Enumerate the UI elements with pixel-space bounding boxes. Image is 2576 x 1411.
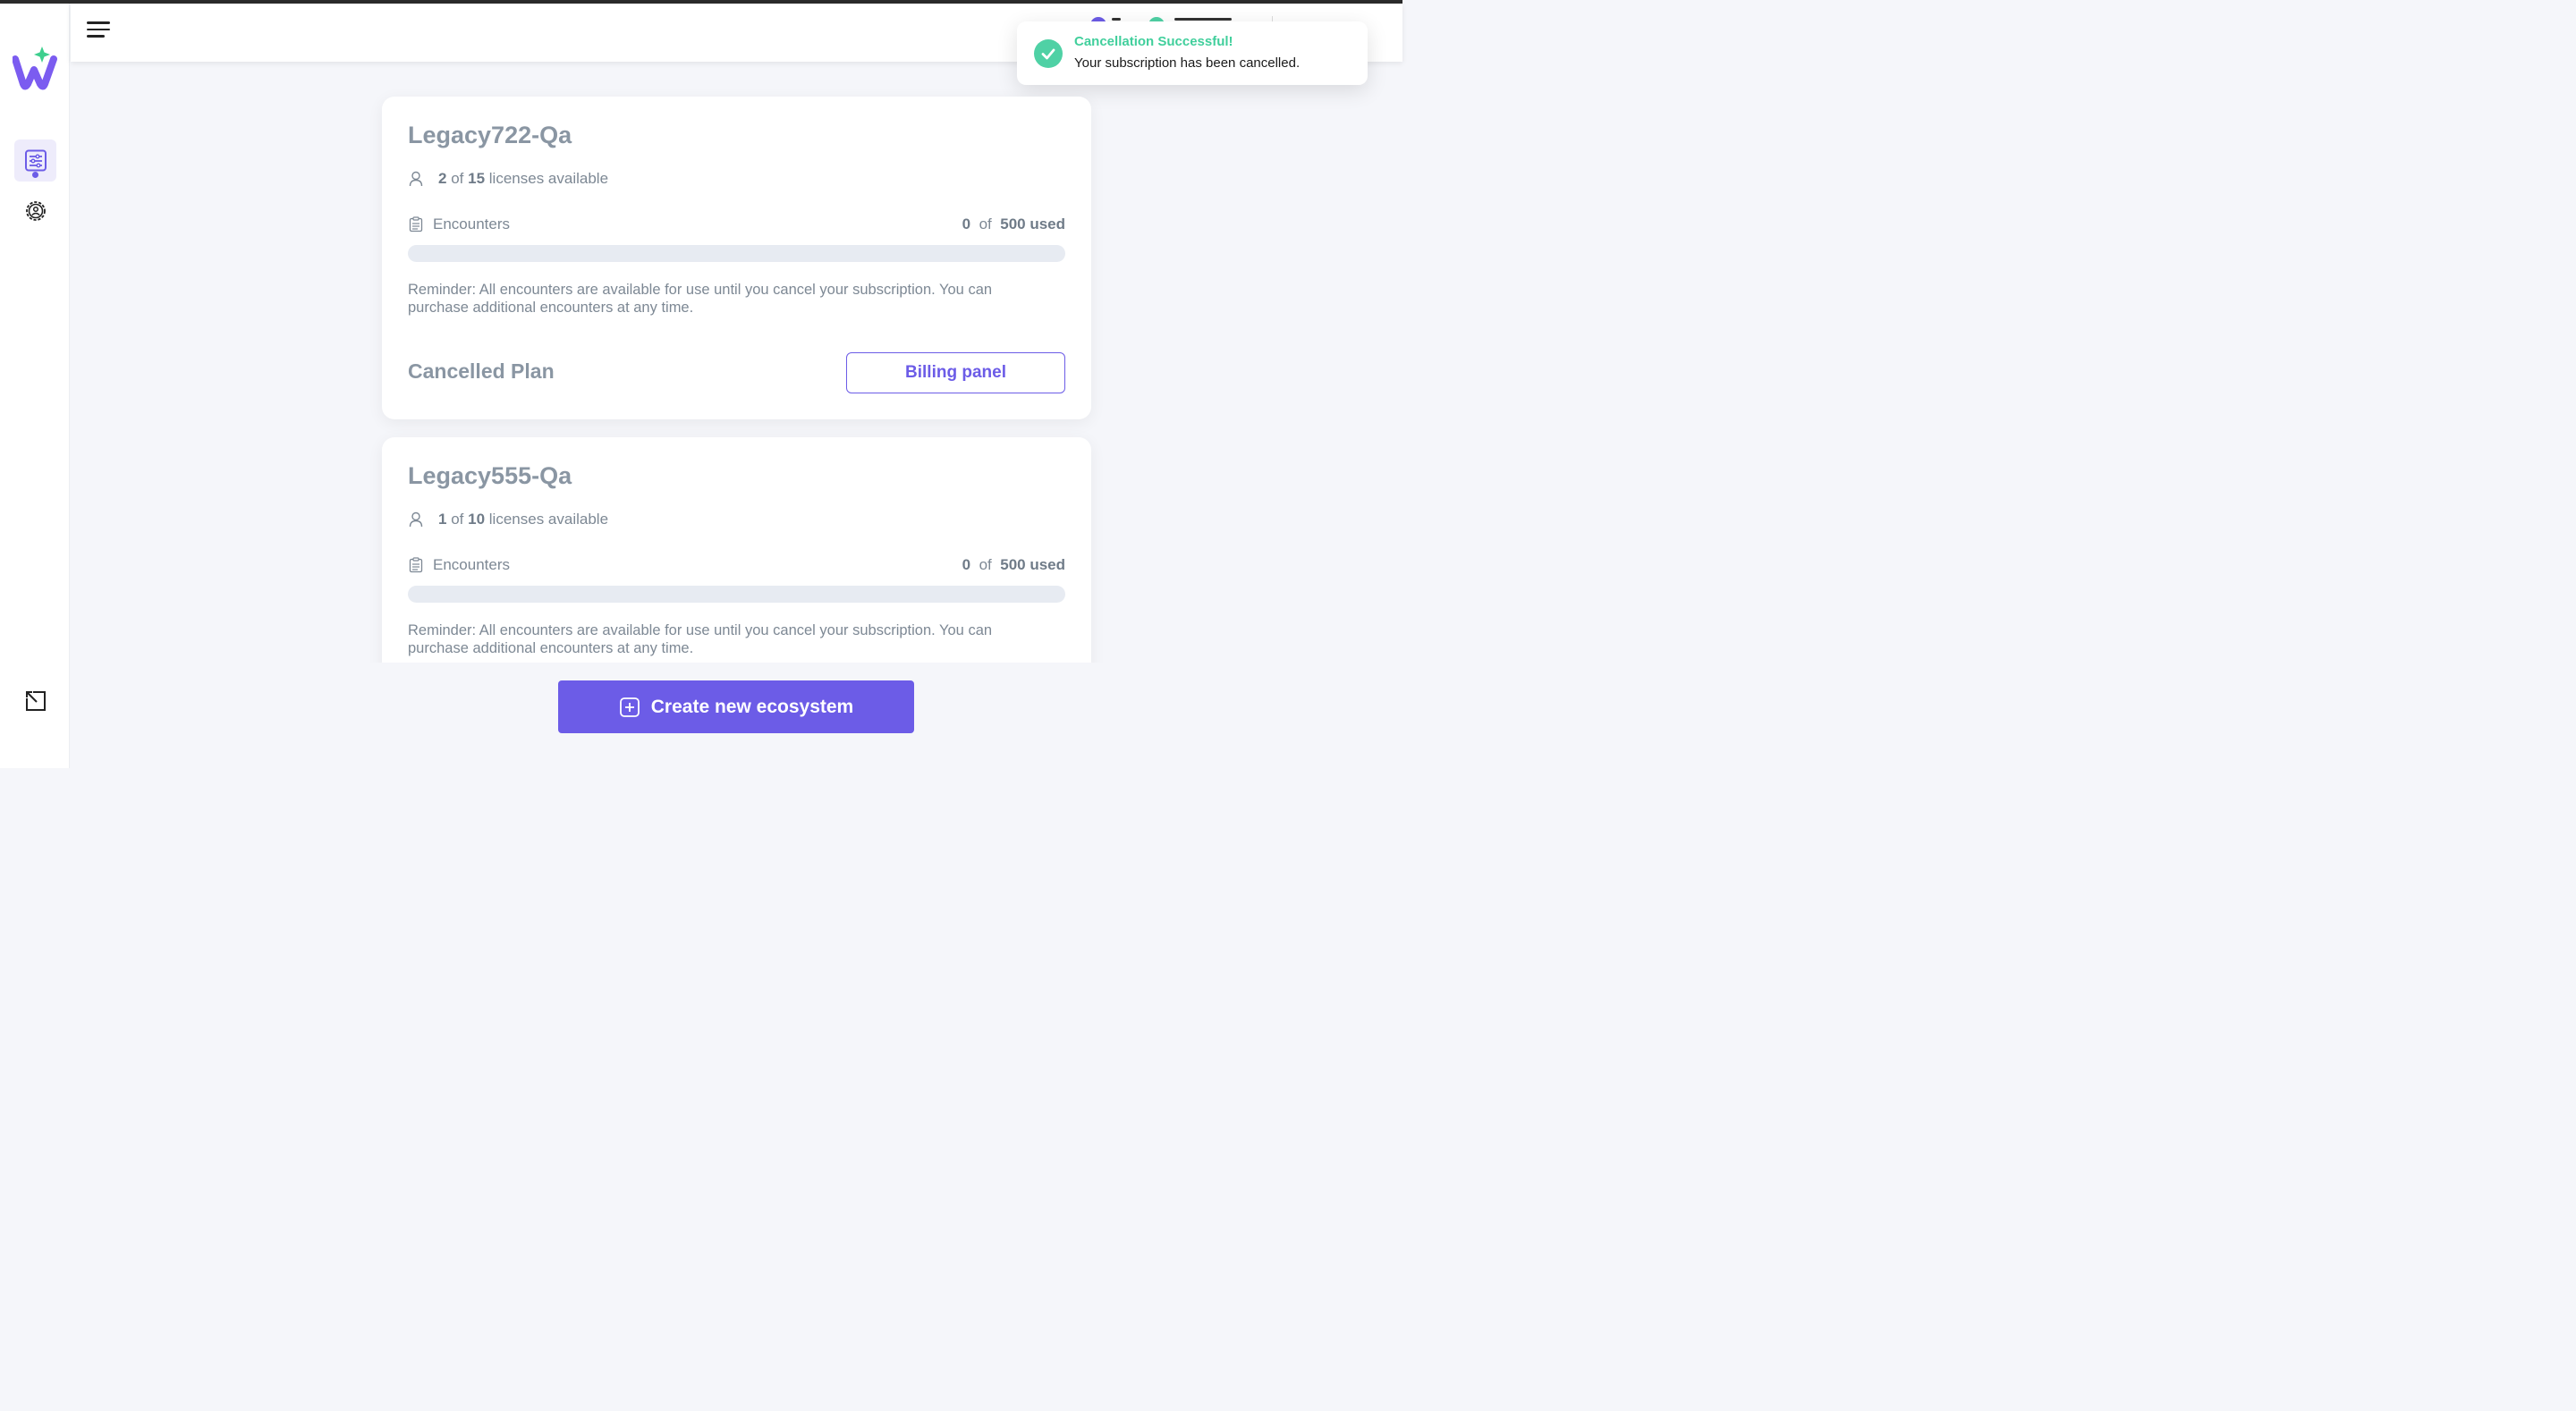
- user-icon: [409, 171, 423, 187]
- licenses-row: 2 of 15 licenses available: [408, 170, 608, 188]
- encounters-label: Encounters: [433, 215, 510, 232]
- encounters-label: Encounters: [433, 556, 510, 573]
- user-icon: [409, 511, 423, 528]
- billing-panel-button[interactable]: Billing panel: [846, 352, 1065, 393]
- export-icon: [25, 690, 46, 711]
- ecosystem-card: Legacy722-Qa 2 of 15 licenses available …: [382, 97, 1091, 419]
- licenses-used: 1: [438, 511, 447, 528]
- check-circle-icon: [1034, 39, 1063, 68]
- toast-title: Cancellation Successful!: [1074, 34, 1233, 49]
- encounters-row: Encounters 0 of 500 used: [408, 556, 1065, 574]
- ecosystem-title: Legacy722-Qa: [408, 122, 572, 148]
- encounters-row: Encounters 0 of 500 used: [408, 215, 1065, 233]
- plan-status: Cancelled Plan: [408, 359, 555, 383]
- create-ecosystem-label: Create new ecosystem: [650, 696, 854, 717]
- encounters-progress-bar: [408, 586, 1065, 603]
- encounters-progress-bar: [408, 245, 1065, 262]
- encounters-usage: 0 of 500 used: [962, 215, 1065, 232]
- ecosystem-title: Legacy555-Qa: [408, 462, 572, 489]
- toast-message: Your subscription has been cancelled.: [1074, 55, 1301, 71]
- plus-square-icon: [619, 697, 640, 717]
- encounters-usage: 0 of 500 used: [962, 556, 1065, 573]
- reminder-text: Reminder: All encounters are available f…: [408, 282, 993, 316]
- licenses-total: 15: [468, 170, 486, 187]
- licenses-used: 2: [438, 170, 447, 187]
- licenses-row: 1 of 10 licenses available: [408, 511, 608, 528]
- sidebar: [0, 4, 70, 768]
- hamburger-menu-icon[interactable]: [87, 21, 110, 41]
- app-logo[interactable]: [12, 45, 57, 91]
- sidebar-item-subscriptions[interactable]: [14, 139, 56, 182]
- create-ecosystem-button[interactable]: Create new ecosystem: [558, 680, 914, 733]
- licenses-total: 10: [468, 511, 486, 528]
- success-toast: Cancellation Successful! Your subscripti…: [1017, 21, 1368, 85]
- active-indicator-dot: [32, 172, 38, 178]
- reminder-text: Reminder: All encounters are available f…: [408, 622, 993, 656]
- clipboard-icon: [409, 216, 423, 232]
- sidebar-item-settings[interactable]: [14, 190, 56, 232]
- sidebar-item-export[interactable]: [14, 680, 56, 722]
- subscriptions-icon: [24, 149, 47, 171]
- clipboard-icon: [409, 557, 423, 573]
- gear-icon: [25, 200, 46, 221]
